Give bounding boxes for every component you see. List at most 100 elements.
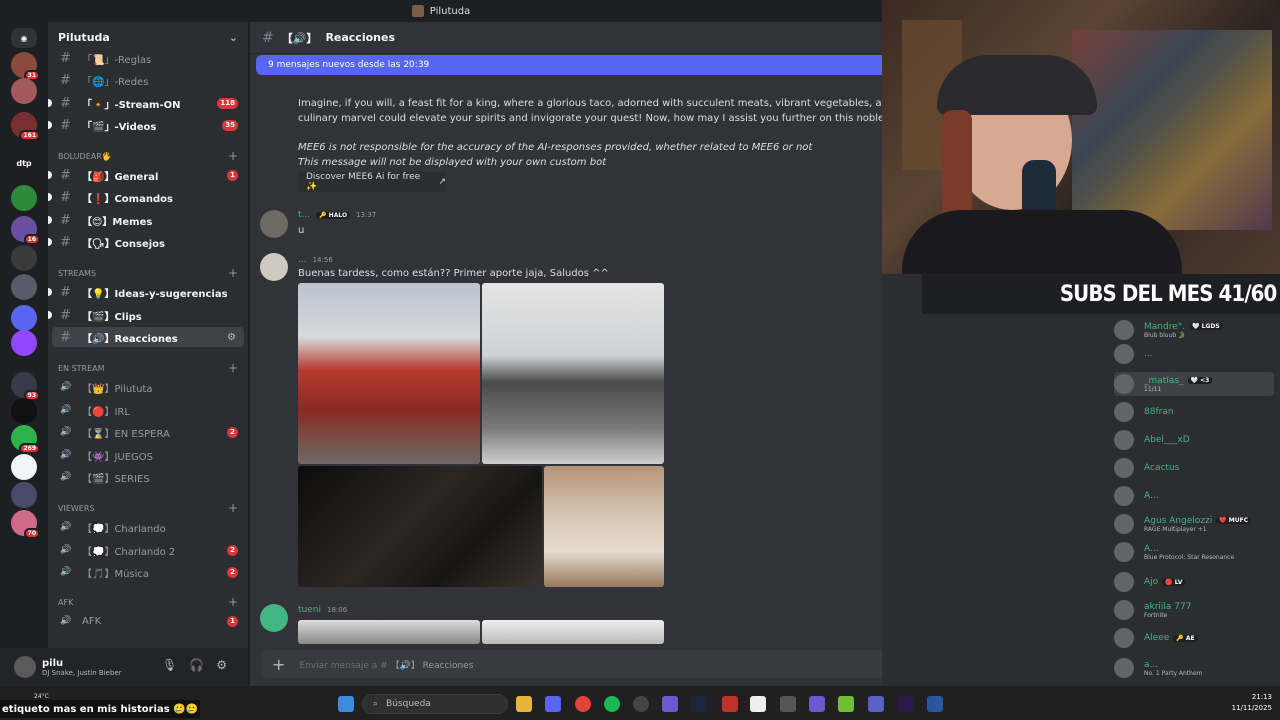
category-header[interactable]: VIEWERS + xyxy=(58,501,238,515)
member-item[interactable]: akriila 777 Fortnite xyxy=(1114,598,1191,622)
member-item[interactable]: Aleee 🔑 AE xyxy=(1114,626,1198,650)
premiere-icon[interactable] xyxy=(897,696,913,712)
member-item[interactable]: A... Blue Protocol: Star Resonance xyxy=(1114,540,1234,564)
message-author[interactable]: tueni xyxy=(298,605,321,615)
add-channel-icon[interactable]: + xyxy=(228,266,238,280)
discover-mee6-button[interactable]: Discover MEE6 Ai for free ✨ ↗ xyxy=(298,172,446,192)
category-header[interactable]: AFK + xyxy=(58,595,238,609)
weather-widget[interactable]: 24°C xyxy=(34,693,49,700)
sidebar-channel[interactable]: 🔊 【👑】Pilututa xyxy=(52,377,244,397)
server-icon[interactable]: 16 xyxy=(11,216,40,245)
sidebar-channel[interactable]: 🔊 【💭】Charlando 2 2 xyxy=(52,540,244,560)
word-icon[interactable] xyxy=(927,696,943,712)
file-explorer-icon[interactable] xyxy=(516,696,532,712)
sidebar-channel[interactable]: # 【🎬】Clips xyxy=(48,305,244,325)
member-item[interactable]: a... No. 1 Party Anthem xyxy=(1114,656,1203,680)
add-channel-icon[interactable]: + xyxy=(228,595,238,609)
avatar[interactable] xyxy=(260,210,288,238)
server-icon[interactable] xyxy=(11,78,37,104)
server-icon[interactable] xyxy=(11,185,37,211)
sidebar-channel[interactable]: 🔊 【💭】Charlando xyxy=(52,517,244,537)
headphones-icon[interactable]: 🎧 xyxy=(189,658,204,672)
app-icon[interactable] xyxy=(780,696,796,712)
chevron-down-icon[interactable]: ⌄ xyxy=(229,31,238,44)
app-icon[interactable] xyxy=(809,696,825,712)
attached-image[interactable] xyxy=(298,466,542,587)
sidebar-channel[interactable]: # 【🗣】Consejos xyxy=(48,232,244,252)
settings-icon[interactable]: ⚙ xyxy=(227,332,236,343)
sidebar-channel[interactable]: # 「🔸」-Stream-ON 118 xyxy=(48,93,244,113)
server-icon[interactable] xyxy=(11,398,37,424)
add-channel-icon[interactable]: + xyxy=(228,149,238,163)
attached-image[interactable] xyxy=(482,283,664,464)
sidebar-channel[interactable]: # 「📜」-Reglas xyxy=(52,48,244,68)
app-icon[interactable] xyxy=(662,696,678,712)
attached-image[interactable] xyxy=(298,620,480,644)
plus-icon[interactable]: + xyxy=(272,655,285,674)
sidebar-channel[interactable]: # 【❗】Comandos xyxy=(48,187,244,207)
sidebar-channel[interactable]: 🔊 【⌛】EN ESPERA 2 xyxy=(52,422,244,442)
gear-icon[interactable]: ⚙ xyxy=(216,658,227,672)
start-icon[interactable] xyxy=(338,696,354,712)
obs-icon[interactable] xyxy=(633,696,649,712)
spotify-icon[interactable] xyxy=(604,696,620,712)
server-icon[interactable]: 161 xyxy=(11,112,40,141)
member-item[interactable]: ... xyxy=(1114,342,1153,366)
discord-home-icon[interactable]: ◉ xyxy=(11,28,37,48)
attached-image[interactable] xyxy=(544,466,664,587)
add-channel-icon[interactable]: + xyxy=(228,501,238,515)
member-item[interactable]: A... xyxy=(1114,484,1159,508)
avatar[interactable] xyxy=(260,604,288,632)
sidebar-channel[interactable]: # 【🎒】General 1 xyxy=(48,165,244,185)
sidebar-channel[interactable]: # 「🌐」-Redes xyxy=(52,70,244,90)
server-icon[interactable] xyxy=(11,454,37,480)
message-author[interactable]: ... xyxy=(298,255,307,265)
server-icon[interactable] xyxy=(11,330,37,356)
new-messages-bar[interactable]: 9 mensajes nuevos desde las 20:39 xyxy=(256,55,882,75)
member-item[interactable]: 88fran xyxy=(1114,400,1174,424)
category-header[interactable]: BOLUDEAR🖐 + xyxy=(58,149,238,163)
sidebar-channel[interactable]: 🔊 【🔴】IRL xyxy=(52,400,244,420)
discord-icon[interactable] xyxy=(545,696,561,712)
sidebar-channel[interactable]: # 【💡】Ideas-y-sugerencias xyxy=(48,282,244,302)
member-item[interactable]: Ajo 🔴 LV xyxy=(1114,570,1186,594)
teams-icon[interactable] xyxy=(868,696,884,712)
clock[interactable]: 21:13 11/11/2025 xyxy=(1212,692,1272,714)
chrome-icon[interactable] xyxy=(575,696,591,712)
member-item[interactable]: Mandre°. 🤍 LGDS Blub bluub 🐊 xyxy=(1114,318,1223,342)
category-header[interactable]: STREAMS + xyxy=(58,266,238,280)
sidebar-channel[interactable]: # 【😊】Memes xyxy=(48,210,244,230)
steam-icon[interactable] xyxy=(691,696,707,712)
server-icon[interactable]: 70 xyxy=(11,510,40,539)
add-channel-icon[interactable]: + xyxy=(228,361,238,375)
server-icon[interactable] xyxy=(11,274,37,300)
server-icon[interactable] xyxy=(11,482,37,508)
avatar[interactable] xyxy=(14,656,36,678)
member-item[interactable]: Acactus xyxy=(1114,456,1179,480)
server-icon[interactable] xyxy=(11,245,37,271)
sidebar-channel[interactable]: 🔊 【👾】JUEGOS xyxy=(52,445,244,465)
taskbar-search[interactable]: ⌕ Búsqueda xyxy=(362,694,508,714)
server-icon[interactable]: 269 xyxy=(11,425,40,454)
sidebar-channel[interactable]: 🔊 AFK 1 xyxy=(52,611,244,631)
member-item[interactable]: Agus Angelozzi ❤️ MUFC RAGE Multiplayer +1 xyxy=(1114,512,1252,536)
member-item[interactable]: Abel___xD xyxy=(1114,428,1190,452)
sidebar-channel[interactable]: # 「🎬」-Videos 35 xyxy=(48,115,244,135)
app-icon[interactable] xyxy=(838,696,854,712)
avatar[interactable] xyxy=(260,253,288,281)
server-icon[interactable] xyxy=(11,305,37,331)
server-icon[interactable]: 93 xyxy=(11,372,40,401)
attached-image[interactable] xyxy=(298,283,480,464)
app-icon[interactable] xyxy=(722,696,738,712)
server-icon[interactable]: dtp xyxy=(11,150,37,176)
microphone-icon[interactable]: 🎙 xyxy=(162,658,177,672)
category-header[interactable]: EN STREAM + xyxy=(58,361,238,375)
sidebar-channel[interactable]: 🔊 【🎵】Música 2 xyxy=(52,562,244,582)
attached-image[interactable] xyxy=(482,620,664,644)
sidebar-channel[interactable]: # 【🔊】Reacciones ⚙ xyxy=(52,327,244,347)
message-author[interactable]: t... xyxy=(298,210,310,220)
member-item[interactable]: _matías_ 🤍 <3 11/11 xyxy=(1114,372,1274,396)
server-icon[interactable]: 31 xyxy=(11,52,40,81)
app-icon[interactable] xyxy=(750,696,766,712)
sidebar-channel[interactable]: 🔊 【🎬】SERIES xyxy=(52,467,244,487)
